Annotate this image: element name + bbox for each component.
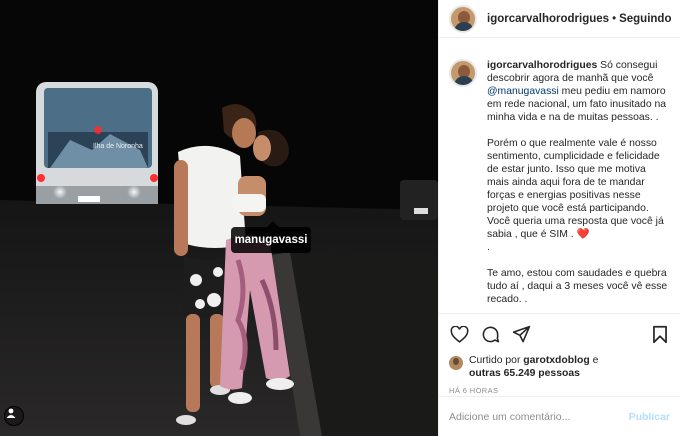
liker-username[interactable]: garotxdoblog: [523, 355, 589, 366]
likes-summary: Curtido por garotxdoblog e outras 65.249…: [449, 354, 670, 380]
caption: igorcarvalhorodrigues Só consegui descob…: [449, 59, 670, 306]
caption-username[interactable]: igorcarvalhorodrigues: [487, 60, 597, 71]
paper-plane-icon: [512, 325, 530, 342]
share-button[interactable]: [511, 324, 531, 344]
likes-text: Curtido por garotxdoblog e outras 65.249…: [469, 354, 598, 380]
likes-count-link[interactable]: outras 65.249 pessoas: [469, 368, 580, 379]
liker-avatar[interactable]: [449, 356, 463, 370]
post-actions: Curtido por garotxdoblog e outras 65.249…: [439, 313, 680, 403]
caption-text-para2: Porém o que realmente vale é nosso senti…: [487, 138, 664, 240]
caption-paragraph-2: Porém o que realmente vale é nosso senti…: [487, 137, 670, 241]
comment-bubble-icon: [482, 326, 499, 342]
bookmark-icon: [653, 325, 667, 343]
post-side-panel: igorcarvalhorodrigues • Seguindo igorcar…: [438, 0, 680, 436]
add-comment-bar: Publicar: [439, 396, 680, 436]
caption-paragraph-1: igorcarvalhorodrigues Só consegui descob…: [487, 59, 670, 124]
heart-icon: [450, 325, 468, 343]
night-scene-illustration: Ilha de Noronha: [0, 0, 438, 436]
post-timestamp[interactable]: HÁ 6 HORAS: [449, 386, 670, 395]
caption-dot-line: .: [487, 242, 490, 253]
comment-button[interactable]: [480, 324, 500, 344]
like-button[interactable]: [449, 324, 469, 344]
following-button[interactable]: Seguindo: [619, 13, 671, 25]
post-photo[interactable]: Ilha de Noronha manugavassi: [0, 0, 438, 436]
caption-mention-link[interactable]: @manugavassi: [487, 86, 559, 97]
header-separator: •: [612, 12, 617, 25]
tagged-users-button[interactable]: [4, 406, 24, 426]
red-heart-emoji: ❤️: [576, 229, 590, 240]
publish-button[interactable]: Publicar: [629, 411, 670, 423]
save-button[interactable]: [650, 324, 670, 344]
author-avatar[interactable]: [449, 4, 477, 33]
photo-user-tag[interactable]: manugavassi: [231, 221, 311, 253]
caption-paragraph-3: Te amo, estou com saudades e quebra tudo…: [487, 268, 668, 305]
comment-input[interactable]: [449, 410, 629, 423]
author-username[interactable]: igorcarvalhorodrigues: [487, 13, 609, 25]
action-icon-row: [449, 322, 670, 346]
comments-scroll-area[interactable]: igorcarvalhorodrigues Só consegui descob…: [439, 39, 680, 310]
user-icon: [6, 408, 16, 418]
caption-author-avatar[interactable]: [449, 59, 477, 87]
photo-user-tag-label: manugavassi: [234, 234, 308, 246]
post-header: igorcarvalhorodrigues • Seguindo: [439, 0, 680, 38]
bus-sign-text: Ilha de Noronha: [93, 143, 143, 150]
caption-text: igorcarvalhorodrigues Só consegui descob…: [487, 59, 670, 306]
likes-connector: e: [589, 355, 599, 366]
likes-prefix: Curtido por: [469, 355, 524, 366]
